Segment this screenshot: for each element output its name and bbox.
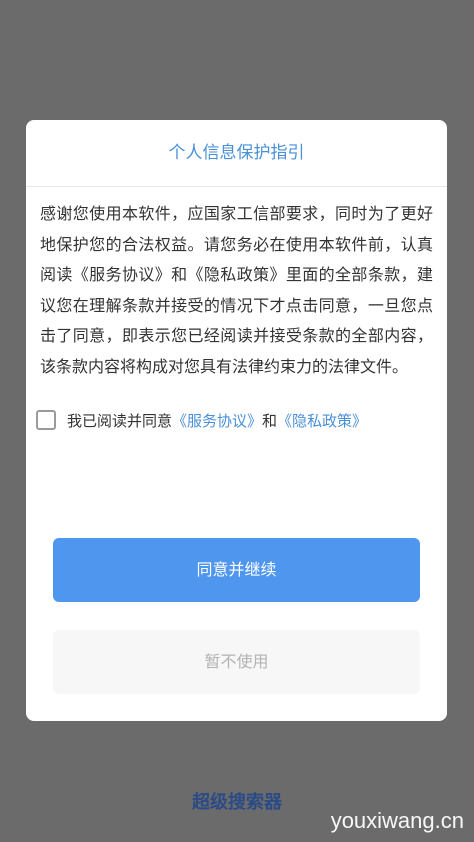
privacy-dialog: 个人信息保护指引 感谢您使用本软件，应国家工信部要求，同时为了更好地保护您的合法… xyxy=(26,120,447,721)
service-agreement-link[interactable]: 《服务协议》 xyxy=(172,412,262,430)
agree-prefix: 我已阅读并同意 xyxy=(67,411,173,430)
dialog-body-text: 感谢您使用本软件，应国家工信部要求，同时为了更好地保护您的合法权益。请您务必在使… xyxy=(40,204,433,376)
dialog-title: 个人信息保护指引 xyxy=(26,120,447,187)
accept-continue-button[interactable]: 同意并继续 xyxy=(53,538,420,602)
agree-checkbox[interactable] xyxy=(36,410,56,430)
agree-row: 我已阅读并同意《服务协议》和《隐私政策》 xyxy=(36,406,447,434)
agree-conjunction: 和 xyxy=(262,411,278,430)
privacy-policy-link[interactable]: 《隐私政策》 xyxy=(277,412,367,430)
watermark-text: youxiwang.cn xyxy=(330,808,464,833)
agree-label: 我已阅读并同意《服务协议》和《隐私政策》 xyxy=(67,410,367,431)
decline-button[interactable]: 暂不使用 xyxy=(53,630,420,694)
